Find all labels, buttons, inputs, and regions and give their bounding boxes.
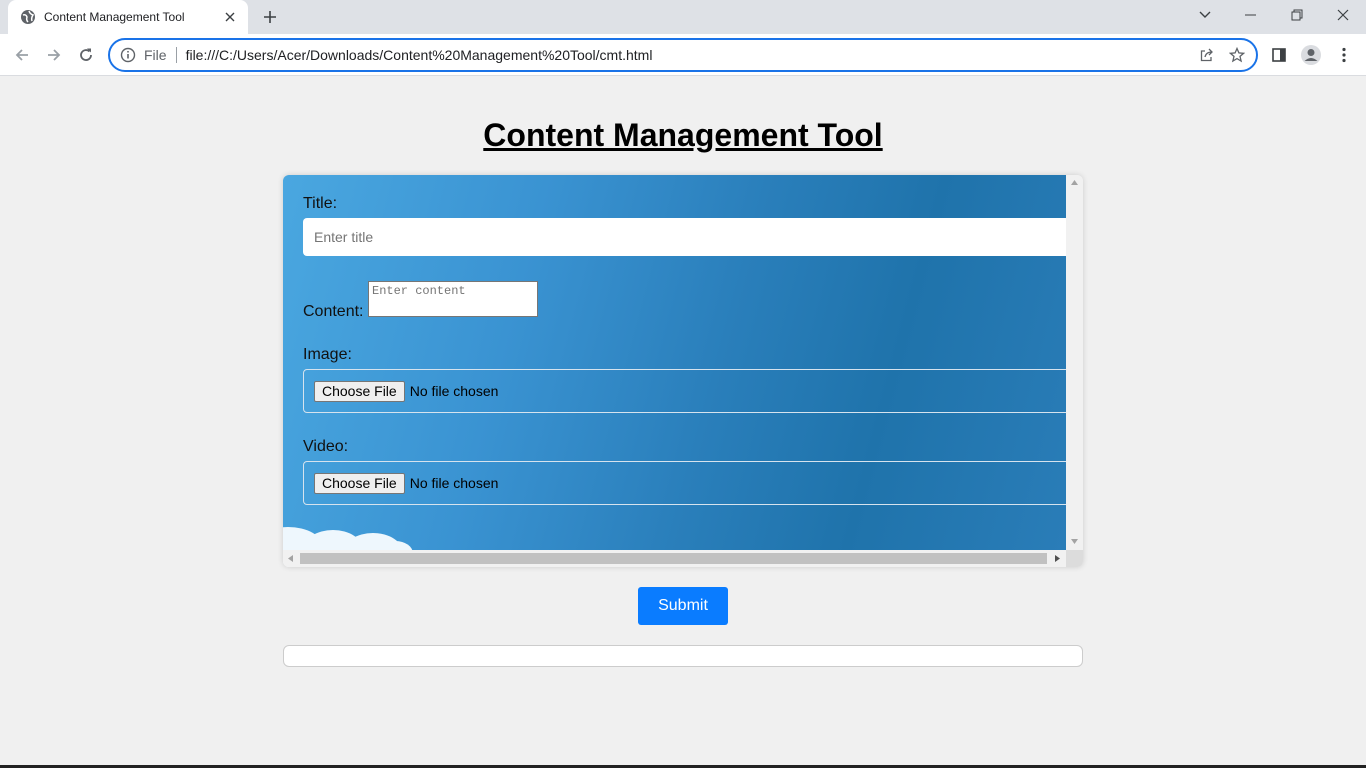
title-input[interactable] — [303, 218, 1073, 256]
form-background: Title: Content: Image: Choose File No fi… — [283, 175, 1073, 567]
horizontal-scrollbar-thumb[interactable] — [300, 553, 1047, 564]
info-icon[interactable] — [120, 47, 136, 63]
page-title: Content Management Tool — [483, 117, 883, 153]
window-close-icon[interactable] — [1320, 0, 1366, 30]
new-tab-button[interactable] — [258, 5, 282, 29]
video-file-input[interactable]: Choose File No file chosen — [303, 461, 1073, 505]
content-form: Title: Content: Image: Choose File No fi… — [283, 175, 1083, 567]
back-icon[interactable] — [6, 39, 38, 71]
image-label: Image: — [303, 346, 352, 363]
image-choose-file-button[interactable]: Choose File — [314, 380, 405, 402]
close-icon[interactable] — [220, 7, 240, 27]
minimize-icon[interactable] — [1228, 0, 1274, 30]
url-scheme: File — [144, 47, 177, 63]
side-panel-icon[interactable] — [1263, 39, 1295, 71]
tab-strip: Content Management Tool — [0, 0, 1366, 34]
bookmark-star-icon[interactable] — [1222, 40, 1252, 70]
share-icon[interactable] — [1192, 40, 1222, 70]
title-label: Title: — [303, 195, 338, 212]
url-text[interactable]: file:///C:/Users/Acer/Downloads/Content%… — [186, 47, 1192, 63]
more-menu-icon[interactable] — [1328, 39, 1360, 71]
vertical-scrollbar[interactable] — [1066, 175, 1083, 550]
video-label: Video: — [303, 438, 349, 455]
submit-button[interactable]: Submit — [638, 587, 728, 625]
scrollbar-corner — [1066, 550, 1083, 567]
image-file-input[interactable]: Choose File No file chosen — [303, 369, 1073, 413]
video-choose-file-button[interactable]: Choose File — [314, 472, 405, 494]
profile-avatar-icon[interactable] — [1295, 39, 1327, 71]
output-box — [283, 645, 1083, 667]
tab-search-icon[interactable] — [1182, 0, 1228, 30]
forward-icon[interactable] — [38, 39, 70, 71]
video-file-status: No file chosen — [409, 475, 499, 491]
scroll-up-arrow-icon[interactable] — [1071, 180, 1078, 185]
browser-tab[interactable]: Content Management Tool — [8, 0, 248, 34]
content-textarea[interactable] — [368, 281, 538, 317]
horizontal-scrollbar[interactable] — [283, 550, 1066, 567]
scroll-down-arrow-icon[interactable] — [1071, 539, 1078, 544]
restore-icon[interactable] — [1274, 0, 1320, 30]
scroll-right-arrow-icon[interactable] — [1055, 555, 1060, 562]
reload-icon[interactable] — [70, 39, 102, 71]
tab-title: Content Management Tool — [44, 10, 185, 24]
content-label: Content: — [303, 303, 364, 320]
address-bar[interactable]: File file:///C:/Users/Acer/Downloads/Con… — [108, 38, 1258, 72]
scroll-left-arrow-icon[interactable] — [288, 555, 293, 562]
browser-toolbar: File file:///C:/Users/Acer/Downloads/Con… — [0, 34, 1366, 76]
globe-icon — [20, 9, 36, 25]
image-file-status: No file chosen — [409, 383, 499, 399]
